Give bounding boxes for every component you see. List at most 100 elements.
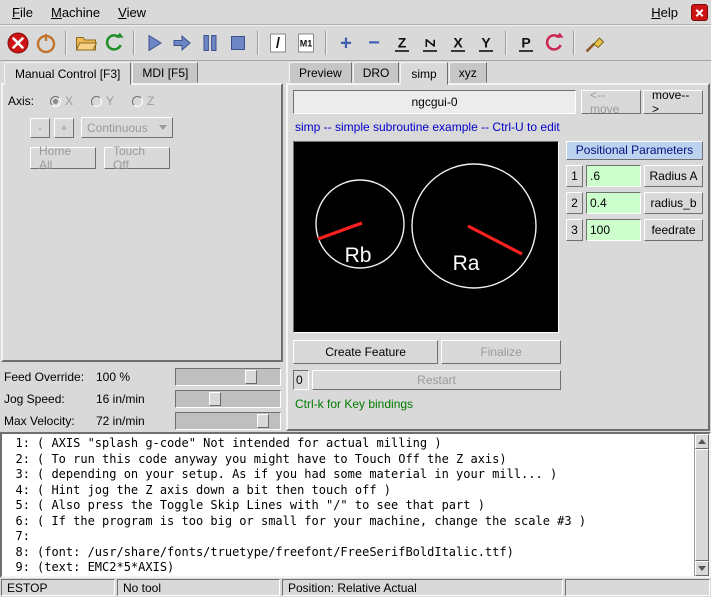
gcode-line[interactable]: 1: ( AXIS "splash g-code" Not intended fo…: [2, 436, 709, 452]
gcode-line-number: 2:: [2, 452, 30, 468]
gcode-line-number: 6:: [2, 514, 30, 530]
tab-xyz[interactable]: xyz: [449, 62, 487, 83]
toggle-optional-stop-button[interactable]: M1: [292, 29, 320, 57]
view-perspective-button[interactable]: P: [512, 29, 540, 57]
toolbar-separator: [505, 31, 507, 55]
estop-button[interactable]: [4, 29, 32, 57]
gcode-line[interactable]: 2:( To run this code anyway you might ha…: [2, 452, 709, 468]
zoom-out-icon: −: [362, 31, 386, 55]
radio-indicator: [50, 96, 61, 107]
move-right-button[interactable]: move-->: [643, 90, 703, 114]
machine-power-icon: [34, 31, 58, 55]
param-name: radius_b: [644, 192, 703, 214]
open-file-button[interactable]: [72, 29, 100, 57]
toolbar: / M1 + − Z Z: [0, 25, 711, 61]
feed-override-slider[interactable]: [175, 368, 281, 386]
gcode-line[interactable]: 7:: [2, 529, 709, 545]
svg-text:P: P: [521, 35, 530, 51]
toggle-skip-lines-button[interactable]: /: [264, 29, 292, 57]
view-front-button[interactable]: Y: [472, 29, 500, 57]
ngcgui-name-field[interactable]: ngcgui-0: [293, 90, 576, 114]
right-panel: Preview DRO simp xyz ngcgui-0 <--move mo…: [285, 61, 711, 432]
left-panel: Manual Control [F3] MDI [F5] Axis: X Y: [0, 61, 285, 432]
move-left-button[interactable]: <--move: [581, 90, 641, 114]
clear-plot-button[interactable]: [580, 29, 608, 57]
reload-file-button[interactable]: [100, 29, 128, 57]
run-program-button[interactable]: [140, 29, 168, 57]
pause-program-button[interactable]: [196, 29, 224, 57]
create-feature-button[interactable]: Create Feature: [293, 340, 438, 364]
status-filler: [565, 579, 710, 596]
view-rotated-top-button[interactable]: Z: [416, 29, 444, 57]
status-position: Position: Relative Actual: [282, 579, 563, 596]
view-top-button[interactable]: Z: [388, 29, 416, 57]
svg-text:Z: Z: [398, 35, 407, 51]
restart-button[interactable]: Restart: [312, 370, 561, 390]
axis-radio-x[interactable]: X: [50, 94, 73, 108]
open-folder-icon: [74, 31, 98, 55]
menu-item-file[interactable]: File: [3, 3, 42, 22]
max-velocity-label: Max Velocity:: [4, 414, 96, 428]
gcode-line-number: 8:: [2, 545, 30, 561]
view-front-icon: Y: [474, 31, 498, 55]
gcode-line[interactable]: 9:(text: EMC2*5*AXIS): [2, 560, 709, 576]
gcode-line[interactable]: 3:( depending on your setup. As if you h…: [2, 467, 709, 483]
tab-mdi[interactable]: MDI [F5]: [132, 62, 198, 83]
preview-canvas: Rb Ra: [293, 141, 559, 333]
manual-control-frame: Axis: X Y Z - +: [1, 83, 283, 362]
jog-plus-button[interactable]: +: [54, 118, 74, 138]
home-all-button[interactable]: Home All: [30, 147, 96, 169]
feed-override-value: 100 %: [96, 370, 170, 384]
scroll-up-button[interactable]: [695, 434, 709, 449]
jog-mode-select[interactable]: Continuous: [81, 117, 173, 138]
restart-count-input[interactable]: [293, 370, 309, 390]
gcode-line-number: 9:: [2, 560, 30, 576]
jog-minus-button[interactable]: -: [30, 118, 50, 138]
param-value-input[interactable]: [586, 219, 641, 241]
gcode-line[interactable]: 4:( Hint jog the Z axis down a bit then …: [2, 483, 709, 499]
tab-manual-control[interactable]: Manual Control [F3]: [4, 62, 131, 85]
tab-simp[interactable]: simp: [400, 62, 447, 85]
gcode-line-number: 1:: [2, 436, 30, 452]
axis-radio-z[interactable]: Z: [132, 94, 154, 108]
tab-preview[interactable]: Preview: [289, 62, 352, 83]
param-number: 3: [566, 219, 583, 241]
machine-power-button[interactable]: [32, 29, 60, 57]
jog-mode-value: Continuous: [87, 121, 148, 135]
menu-item-help[interactable]: Help: [642, 3, 687, 22]
stop-program-button[interactable]: [224, 29, 252, 57]
menu-item-machine[interactable]: Machine: [42, 3, 109, 22]
zoom-in-button[interactable]: +: [332, 29, 360, 57]
gcode-line[interactable]: 5:( Also press the Toggle Skip Lines wit…: [2, 498, 709, 514]
radio-indicator: [132, 96, 143, 107]
jog-speed-slider[interactable]: [175, 390, 281, 408]
gcode-line-text: ( AXIS "splash g-code" Not intended for …: [37, 436, 442, 452]
gcode-scrollbar[interactable]: [694, 434, 709, 576]
gcode-line[interactable]: 6:( If the program is too big or small f…: [2, 514, 709, 530]
param-value-input[interactable]: [586, 192, 641, 214]
subroutine-description: simp -- simple subroutine example -- Ctr…: [295, 120, 701, 134]
axis-radio-y[interactable]: Y: [91, 94, 114, 108]
view-side-button[interactable]: X: [444, 29, 472, 57]
slider-handle[interactable]: [209, 392, 221, 406]
menu-item-view[interactable]: View: [109, 3, 155, 22]
slider-handle[interactable]: [245, 370, 257, 384]
tab-dro[interactable]: DRO: [353, 62, 400, 83]
scrollbar-thumb[interactable]: [695, 449, 709, 561]
param-value-input[interactable]: [586, 165, 641, 187]
scroll-down-button[interactable]: [695, 561, 709, 576]
axis-radio-label: Z: [147, 94, 154, 108]
touch-off-button[interactable]: Touch Off: [104, 147, 170, 169]
toolbar-separator: [257, 31, 259, 55]
slider-handle[interactable]: [257, 414, 269, 428]
gcode-line-text: ( Hint jog the Z axis down a bit then to…: [37, 483, 391, 499]
clear-plot-brush-icon: [582, 31, 606, 55]
rotate-view-button[interactable]: [540, 29, 568, 57]
window-close-button[interactable]: [691, 4, 708, 21]
gcode-line-number: 7:: [2, 529, 30, 545]
step-program-button[interactable]: [168, 29, 196, 57]
zoom-out-button[interactable]: −: [360, 29, 388, 57]
finalize-button[interactable]: Finalize: [441, 340, 561, 364]
max-velocity-slider[interactable]: [175, 412, 281, 430]
gcode-line[interactable]: 8:(font: /usr/share/fonts/truetype/freef…: [2, 545, 709, 561]
